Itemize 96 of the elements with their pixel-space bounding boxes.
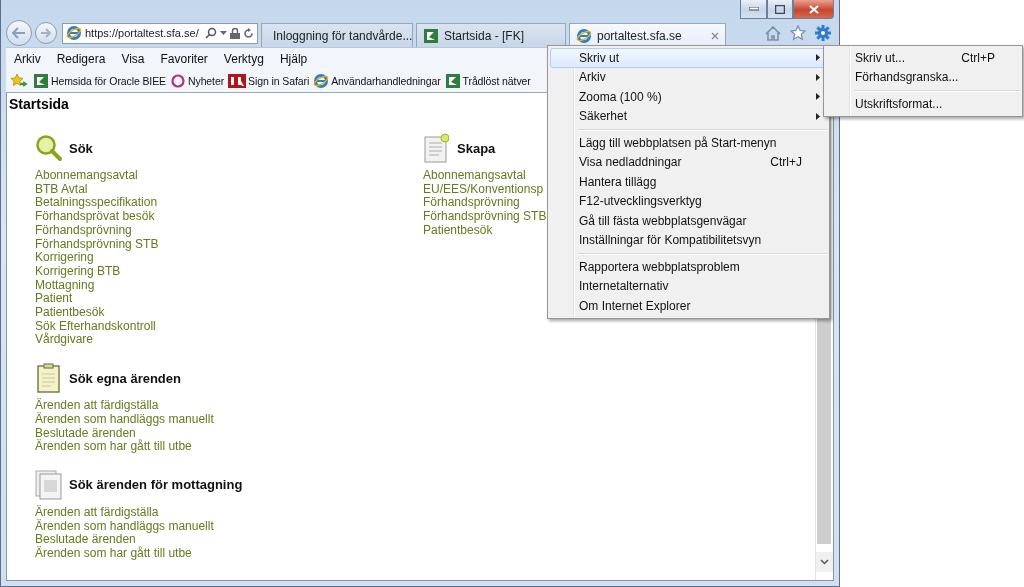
link[interactable]: Korrigering BTB <box>35 264 121 279</box>
document-star-icon <box>423 133 451 163</box>
menu-item[interactable]: Zooma (100 %) <box>550 87 827 107</box>
close-icon <box>808 4 819 14</box>
link[interactable]: Ärenden att färdigställa <box>35 505 159 520</box>
search-icon <box>205 27 217 39</box>
menu-item[interactable]: Förhandsgranska... <box>826 67 1020 87</box>
menu-item[interactable]: Visa nedladdningar Ctrl+J <box>550 152 827 172</box>
link[interactable]: Förhandsprövning STB <box>423 210 547 224</box>
menu-item[interactable]: Inställningar för Kompatibilitetsvyn <box>550 230 827 250</box>
favorite-link[interactable]: Användarhandledningar <box>312 73 442 89</box>
menu-item[interactable]: Gå till fästa webbplatsgenvägar <box>550 211 827 231</box>
browser-tab[interactable]: Inloggning för tandvårde... <box>261 23 413 47</box>
section-title: Sök <box>69 140 93 156</box>
menu-bar-item[interactable]: Arkiv <box>6 50 49 68</box>
minimize-icon <box>748 7 759 11</box>
menu-bar-item[interactable]: Verktyg <box>215 50 272 68</box>
star-arrow-icon <box>10 73 28 89</box>
back-button[interactable] <box>6 20 32 46</box>
site-logo-icon <box>444 73 461 89</box>
menu-bar-item[interactable]: Redigera <box>48 50 114 68</box>
logo-icon <box>228 73 247 89</box>
forward-arrow-icon <box>40 28 52 38</box>
favorite-link[interactable]: Hemsida för Oracle BIEE <box>32 73 167 89</box>
globe-icon <box>66 25 82 41</box>
link[interactable]: Ärenden att färdigställa <box>35 399 159 413</box>
menu-item[interactable]: F12-utvecklingsverktyg <box>550 191 827 211</box>
link[interactable]: Förhandsprövat besök <box>35 210 155 224</box>
magnifier-icon <box>35 134 63 162</box>
link[interactable]: Ärenden som har gått till utbe <box>35 440 192 454</box>
menu-item[interactable]: Säkerhet <box>550 106 827 126</box>
browser-tab[interactable]: Startsida - [FK] <box>416 23 566 47</box>
link[interactable]: Patientbesök <box>35 306 105 320</box>
menu-bar-item[interactable]: Favoriter <box>152 50 216 68</box>
link[interactable]: Beslutade ärenden <box>35 533 136 548</box>
close-button[interactable] <box>793 0 834 19</box>
section-title: Skapa <box>457 140 496 156</box>
link[interactable]: Patient <box>35 292 73 307</box>
link[interactable]: Ärenden som handläggs manuellt <box>35 519 214 534</box>
link[interactable]: Beslutade ärenden <box>35 426 136 441</box>
favorite-link[interactable]: Sign in Safari <box>227 73 311 89</box>
menu-bar-item[interactable]: Visa <box>113 50 153 68</box>
link[interactable]: Förhandsprövning STB <box>35 237 159 252</box>
link[interactable]: Förhandsprövning <box>35 223 132 238</box>
minimize-button[interactable] <box>740 0 767 19</box>
link[interactable]: Ärenden som har gått till utbe <box>35 547 192 561</box>
menu-item[interactable]: Om Internet Explorer <box>550 296 827 316</box>
settings-icon <box>815 25 831 41</box>
link[interactable]: Förhandsprövning <box>423 196 520 211</box>
page-title: Startsida <box>9 96 69 112</box>
section-title: Sök ärenden för mottagning <box>69 477 243 493</box>
back-arrow-icon <box>12 27 26 39</box>
lock-icon <box>230 27 240 39</box>
browser-tab[interactable]: portaltest.sfa.se <box>569 23 726 47</box>
menu-item[interactable]: Hantera tillägg <box>550 172 827 192</box>
maximize-button[interactable] <box>767 0 793 19</box>
clipboard-icon <box>35 363 63 394</box>
address-field[interactable]: https://portaltest.sfa.se/ <box>62 22 258 44</box>
ring-icon <box>170 73 186 89</box>
link[interactable]: Abonnemangsavtal <box>423 169 526 183</box>
link[interactable]: Ärenden som handläggs manuellt <box>35 412 214 427</box>
link[interactable]: Korrigering <box>35 251 94 265</box>
refresh-icon <box>243 27 254 39</box>
settings-button[interactable] <box>812 22 834 44</box>
shortcut-text: Ctrl+J <box>770 155 802 170</box>
close-icon <box>711 31 719 40</box>
favorite-link[interactable]: Nyheter <box>169 73 226 89</box>
globe-icon <box>313 73 330 89</box>
link[interactable]: Abonnemangsavtal <box>35 169 138 183</box>
menu-item[interactable]: Arkiv <box>550 67 827 87</box>
link[interactable]: Betalningsspecifikation <box>35 196 158 211</box>
site-logo-icon <box>423 27 439 44</box>
chevron-down-icon <box>820 559 829 565</box>
menu-item[interactable]: Rapportera webbplatsproblem <box>550 257 827 277</box>
maximize-icon <box>775 4 785 14</box>
menu-bar-item[interactable]: Hjälp <box>271 50 316 68</box>
menu-item[interactable]: Internetalternativ <box>550 276 827 296</box>
forward-button[interactable] <box>35 22 57 44</box>
home-icon <box>765 25 781 41</box>
menu-item[interactable]: Lägg till webbplatsen på Start-menyn <box>550 133 827 153</box>
shortcut-text: Ctrl+P <box>961 50 995 65</box>
section-title: Sök egna ärenden <box>69 370 181 386</box>
caret-icon <box>220 31 227 35</box>
menu-item[interactable]: Skriv ut... Ctrl+P <box>826 48 1020 68</box>
link[interactable]: Patientbesök <box>423 223 493 238</box>
link[interactable]: Vårdgivare <box>35 333 94 348</box>
documents-icon <box>35 469 63 500</box>
scroll-down-button[interactable] <box>816 552 833 572</box>
star-icon <box>790 25 806 41</box>
globe-icon <box>576 27 592 44</box>
link[interactable]: Mottagning <box>35 278 95 293</box>
link[interactable]: EU/EES/Konventionsp <box>423 182 544 197</box>
favorite-link[interactable]: Trådlöst nätver <box>443 73 532 89</box>
link[interactable]: BTB Avtal <box>35 182 88 197</box>
site-logo-icon <box>33 73 49 89</box>
menu-item[interactable]: Utskriftsformat... <box>826 94 1020 114</box>
